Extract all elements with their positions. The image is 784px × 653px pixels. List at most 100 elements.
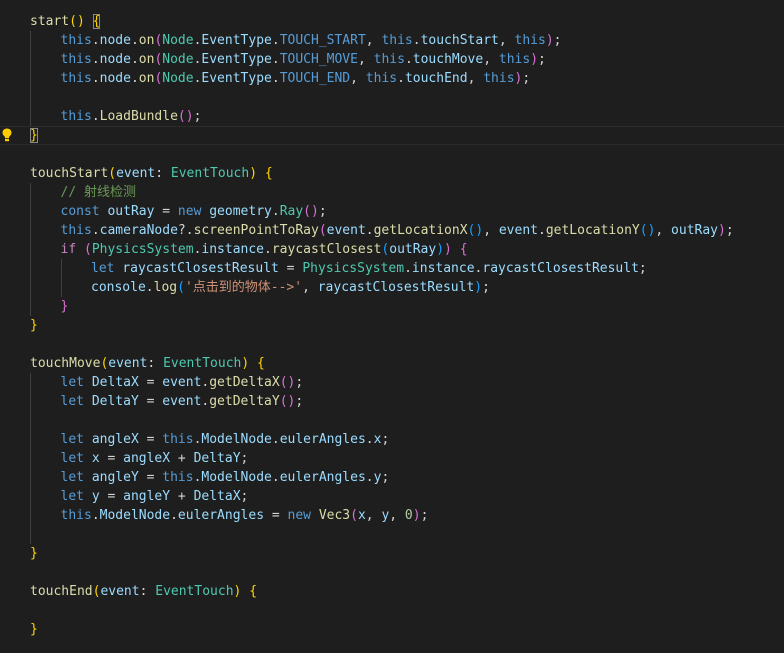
code-token: (	[108, 166, 117, 181]
code-token: }	[60, 299, 69, 314]
code-token: ;	[420, 508, 429, 523]
code-token: EventTouch	[170, 166, 250, 181]
code-token: ,	[389, 508, 405, 523]
code-token: .	[271, 470, 280, 485]
code-token: this	[514, 33, 546, 48]
code-token: event	[100, 584, 140, 599]
code-token: new	[177, 204, 202, 219]
code-line[interactable]: }	[0, 126, 784, 145]
code-token: PhysicsSystem	[302, 261, 405, 276]
code-token: LoadBundle	[99, 109, 178, 124]
code-line[interactable]	[0, 525, 784, 544]
code-token: this	[60, 508, 92, 523]
indent-guide	[60, 259, 62, 278]
code-token: +	[170, 489, 194, 504]
code-token: getLocationY	[545, 223, 640, 238]
code-line[interactable]: }	[0, 544, 784, 563]
code-line[interactable]	[0, 335, 784, 354]
code-token: ModelNode	[201, 432, 272, 447]
code-token: )	[436, 242, 445, 257]
code-token: ;	[522, 71, 531, 86]
lightbulb-icon[interactable]	[2, 128, 12, 142]
code-token: (	[279, 394, 288, 409]
code-token: =	[264, 508, 288, 523]
code-token: ,	[483, 52, 499, 67]
code-line[interactable]	[0, 145, 784, 164]
code-token: .	[365, 223, 374, 238]
code-token: let	[60, 489, 84, 504]
code-token: node	[99, 71, 131, 86]
code-token: :	[147, 356, 164, 371]
indent-guide	[30, 411, 31, 430]
code-token: this	[60, 52, 92, 67]
indent-guide	[30, 202, 31, 221]
code-line[interactable]: this.node.on(Node.EventType.TOUCH_START,…	[0, 31, 784, 50]
code-token: =	[99, 489, 124, 504]
code-token: {	[459, 242, 468, 257]
code-line[interactable]: console.log('点击到的物体-->', raycastClosestR…	[0, 278, 784, 297]
code-line[interactable]: }	[0, 297, 784, 316]
code-token: .	[271, 204, 280, 219]
code-line[interactable]: let DeltaY = event.getDeltaY();	[0, 392, 784, 411]
code-editor-window: { "editor": { "lines": [ {"indent": 0, "…	[0, 0, 784, 653]
code-token: ;	[538, 52, 546, 67]
code-token: start	[30, 14, 70, 29]
code-token: )	[311, 204, 319, 219]
code-token: ModelNode	[99, 508, 171, 523]
code-token: DeltaX	[91, 375, 139, 390]
code-line[interactable]: let y = angleY + DeltaX;	[0, 487, 784, 506]
code-line[interactable]: const outRay = new geometry.Ray();	[0, 202, 784, 221]
code-token: ;	[638, 261, 647, 276]
code-token: cameraNode	[99, 223, 178, 238]
code-token: on	[138, 52, 155, 67]
code-line[interactable]: }	[0, 316, 784, 335]
code-line[interactable]	[0, 563, 784, 582]
code-token: .	[271, 71, 280, 86]
indent-guide	[30, 107, 31, 126]
code-token: Node	[162, 33, 194, 48]
code-line[interactable]: touchMove(event: EventTouch) {	[0, 354, 784, 373]
code-token: PhysicsSystem	[91, 242, 194, 257]
indent-guide	[30, 392, 31, 411]
code-token: touchStart	[30, 166, 109, 181]
code-line[interactable]: start() {	[0, 12, 784, 31]
code-line[interactable]: touchEnd(event: EventTouch) {	[0, 582, 784, 601]
code-token: EventType	[201, 71, 272, 86]
code-token: )	[249, 166, 258, 181]
code-line[interactable]: let angleY = this.ModelNode.eulerAngles.…	[0, 468, 784, 487]
code-token: console	[91, 280, 146, 295]
code-token: .	[412, 33, 421, 48]
code-token: .	[170, 508, 178, 523]
code-token: ;	[381, 470, 390, 485]
code-line[interactable]: this.node.on(Node.EventType.TOUCH_END, t…	[0, 69, 784, 88]
code-line[interactable]: this.LoadBundle();	[0, 107, 784, 126]
code-token: (	[350, 508, 358, 523]
code-line[interactable]: let x = angleX + DeltaY;	[0, 449, 784, 468]
code-token: (	[279, 375, 288, 390]
indent-guide	[30, 506, 31, 525]
code-line[interactable]: touchStart(event: EventTouch) {	[0, 164, 784, 183]
code-line[interactable]: let angleX = this.ModelNode.eulerAngles.…	[0, 430, 784, 449]
code-line[interactable]: // 射线检测	[0, 183, 784, 202]
code-line[interactable]	[0, 88, 784, 107]
code-line[interactable]: this.node.on(Node.EventType.TOUCH_MOVE, …	[0, 50, 784, 69]
code-token: :	[155, 166, 171, 181]
code-line[interactable]: let raycastClosestResult = PhysicsSystem…	[0, 259, 784, 278]
code-token: let	[60, 432, 84, 447]
code-line[interactable]	[0, 601, 784, 620]
code-token: ,	[365, 508, 382, 523]
code-line[interactable]: }	[0, 620, 784, 639]
code-line[interactable]	[0, 411, 784, 430]
code-token: log	[153, 280, 178, 295]
code-line[interactable]: this.ModelNode.eulerAngles = new Vec3(x,…	[0, 506, 784, 525]
code-line[interactable]: if (PhysicsSystem.instance.raycastCloses…	[0, 240, 784, 259]
code-editor[interactable]: start() {this.node.on(Node.EventType.TOU…	[0, 12, 784, 639]
code-token: )	[76, 14, 85, 29]
code-line[interactable]: this.cameraNode?.screenPointToRay(event.…	[0, 221, 784, 240]
code-token: =	[138, 432, 163, 447]
code-line[interactable]: let DeltaX = event.getDeltaX();	[0, 373, 784, 392]
